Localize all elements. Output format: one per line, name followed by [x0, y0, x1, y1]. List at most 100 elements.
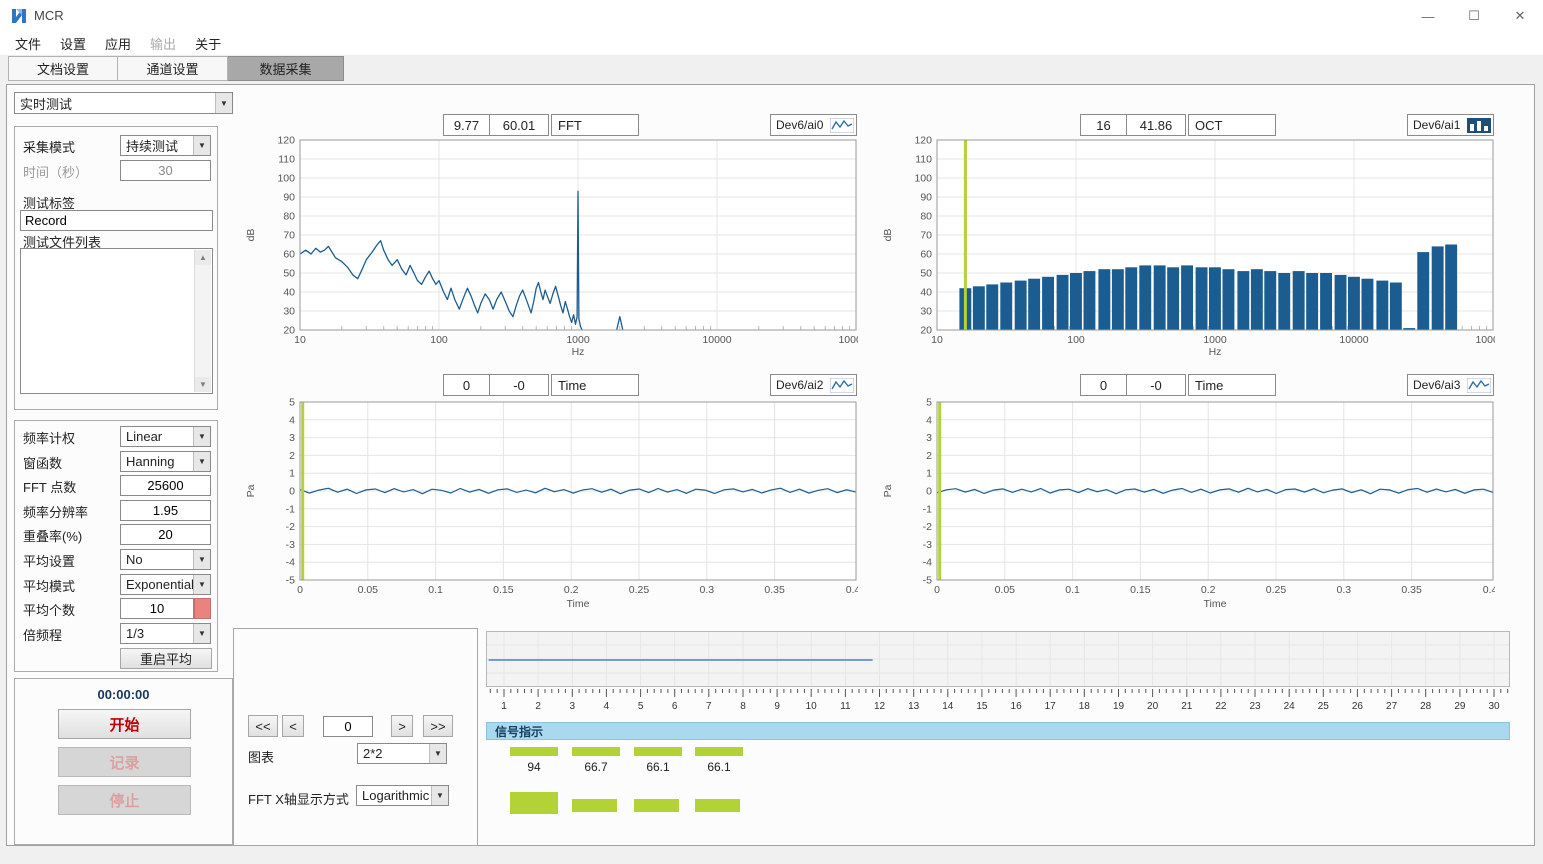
signal-indicator-header: 信号指示: [486, 722, 1510, 740]
menu-item-2[interactable]: 应用: [105, 34, 131, 53]
svg-text:30: 30: [1488, 701, 1500, 712]
waveform-icon: [830, 378, 854, 393]
time-b-device-selector[interactable]: Dev6/ai3: [1407, 374, 1494, 396]
restart-average-button[interactable]: 重启平均: [120, 648, 212, 669]
nav-index-input[interactable]: [323, 716, 373, 737]
close-button[interactable]: ✕: [1497, 0, 1543, 32]
signal-meter-bar-2: [634, 747, 682, 756]
oct-type-box: OCT: [1188, 114, 1276, 136]
svg-text:dB: dB: [882, 229, 894, 242]
signal-meter-value-2: 66.1: [634, 760, 682, 774]
oct-device-selector[interactable]: Dev6/ai1: [1407, 114, 1494, 136]
svg-text:Hz: Hz: [572, 346, 585, 358]
fft-plot[interactable]: 2030405060708090100110120101001000100001…: [240, 136, 858, 360]
fft-device-selector[interactable]: Dev6/ai0: [770, 114, 857, 136]
signal-meter-bar-3: [695, 747, 743, 756]
tab-bar: 文档设置通道设置数据采集: [8, 56, 344, 81]
scroll-down-icon[interactable]: ▼: [195, 377, 211, 392]
record-timeline[interactable]: 1234567891011121314151617181920212223242…: [486, 631, 1510, 715]
svg-text:5: 5: [289, 397, 295, 409]
svg-text:20: 20: [1147, 701, 1159, 712]
svg-text:23: 23: [1249, 701, 1261, 712]
svg-text:0.41: 0.41: [846, 584, 858, 596]
scroll-up-icon[interactable]: ▲: [195, 250, 211, 265]
chevron-down-icon: ▼: [431, 786, 448, 805]
start-button[interactable]: 开始: [58, 709, 191, 739]
param-input-3[interactable]: [120, 500, 211, 521]
param-select-6[interactable]: Exponential▼: [120, 574, 211, 595]
svg-text:17: 17: [1045, 701, 1057, 712]
record-button: 记录: [58, 747, 191, 777]
minimize-button[interactable]: —: [1405, 0, 1451, 32]
mcr-application-window: { "window": { "title": "MCR", "controls"…: [0, 0, 1543, 864]
oct-plot[interactable]: 2030405060708090100110120101001000100001…: [877, 136, 1495, 360]
svg-text:100: 100: [277, 173, 295, 185]
menu-item-1[interactable]: 设置: [60, 34, 86, 53]
param-input-7[interactable]: [120, 598, 194, 619]
signal-meter-value-0: 94: [510, 760, 558, 774]
time-b-plot[interactable]: -5-4-3-2-101234500.050.10.150.20.250.30.…: [877, 396, 1495, 620]
menu-item-0[interactable]: 文件: [15, 34, 41, 53]
time-b-type-box: Time: [1188, 374, 1276, 396]
tab-1[interactable]: 通道设置: [118, 56, 228, 81]
param-label-0: 频率计权: [23, 428, 75, 447]
svg-text:0.2: 0.2: [1201, 584, 1216, 596]
svg-text:80: 80: [920, 211, 932, 223]
test-file-list[interactable]: ▲ ▼: [20, 248, 213, 394]
svg-text:50: 50: [920, 268, 932, 280]
param-input-4[interactable]: [120, 524, 211, 545]
fft-xaxis-select[interactable]: Logarithmic ▼: [356, 785, 449, 806]
tab-0[interactable]: 文档设置: [8, 56, 118, 81]
maximize-button[interactable]: ☐: [1451, 0, 1497, 32]
signal-meter-bar-0: [510, 747, 558, 756]
tab-2[interactable]: 数据采集: [228, 56, 344, 81]
svg-text:0: 0: [297, 584, 303, 596]
param-select-8[interactable]: 1/3▼: [120, 623, 211, 644]
svg-text:-4: -4: [286, 557, 295, 569]
svg-text:4: 4: [604, 701, 610, 712]
svg-text:-3: -3: [286, 539, 295, 551]
time-chart-panel-a: 0 -0 Time Dev6/ai2 -5-4-3-2-101234500.05…: [240, 368, 858, 620]
svg-text:Hz: Hz: [1209, 346, 1222, 358]
svg-text:60: 60: [283, 249, 295, 261]
time-a-device-selector[interactable]: Dev6/ai2: [770, 374, 857, 396]
chart-layout-label: 图表: [248, 747, 274, 766]
test-mode-select[interactable]: 实时测试 ▼: [14, 92, 233, 114]
param-label-3: 频率分辨率: [23, 502, 88, 521]
fft-xaxis-label: FFT X轴显示方式: [248, 789, 349, 808]
file-list-scrollbar[interactable]: ▲ ▼: [194, 250, 211, 392]
svg-text:70: 70: [920, 230, 932, 242]
svg-text:50: 50: [283, 268, 295, 280]
chevron-down-icon: ▼: [193, 427, 210, 446]
chart-layout-select[interactable]: 2*2 ▼: [357, 743, 447, 764]
param-select-1[interactable]: Hanning▼: [120, 451, 211, 472]
time-a-plot[interactable]: -5-4-3-2-101234500.050.10.150.20.250.30.…: [240, 396, 858, 620]
test-label-input[interactable]: [20, 210, 213, 231]
svg-text:3: 3: [289, 432, 295, 444]
acq-select-0[interactable]: 持续测试▼: [120, 135, 211, 156]
param-input-2[interactable]: [120, 475, 211, 496]
param-select-5[interactable]: No▼: [120, 549, 211, 570]
chevron-down-icon: ▼: [193, 575, 210, 594]
svg-text:4: 4: [926, 414, 932, 426]
acq-input-1: [120, 160, 211, 181]
waveform-icon: [1467, 378, 1491, 393]
menu-item-4[interactable]: 关于: [195, 34, 221, 53]
time-a-cursor-readout: 0 -0: [443, 374, 549, 396]
display-controls-panel: << < > >> 图表 2*2 ▼ FFT X轴显示方式 Logarithmi…: [233, 628, 478, 846]
menu-bar: 文件设置应用输出关于: [0, 32, 1543, 56]
svg-text:27: 27: [1386, 701, 1398, 712]
acquisition-group: 测试标签 测试文件列表 ▲ ▼ 采集模式持续测试▼时间（秒）: [14, 126, 218, 410]
svg-text:0: 0: [289, 486, 295, 498]
time-b-cursor-readout: 0 -0: [1080, 374, 1186, 396]
svg-text:0.35: 0.35: [1401, 584, 1422, 596]
nav-last-button[interactable]: >>: [423, 715, 453, 737]
svg-text:0.2: 0.2: [564, 584, 579, 596]
nav-next-button[interactable]: >: [391, 715, 413, 737]
svg-text:1000: 1000: [566, 334, 590, 346]
param-select-0[interactable]: Linear▼: [120, 426, 211, 447]
nav-first-button[interactable]: <<: [248, 715, 278, 737]
param-label-2: FFT 点数: [23, 477, 76, 496]
svg-text:-5: -5: [923, 575, 932, 587]
nav-prev-button[interactable]: <: [282, 715, 304, 737]
